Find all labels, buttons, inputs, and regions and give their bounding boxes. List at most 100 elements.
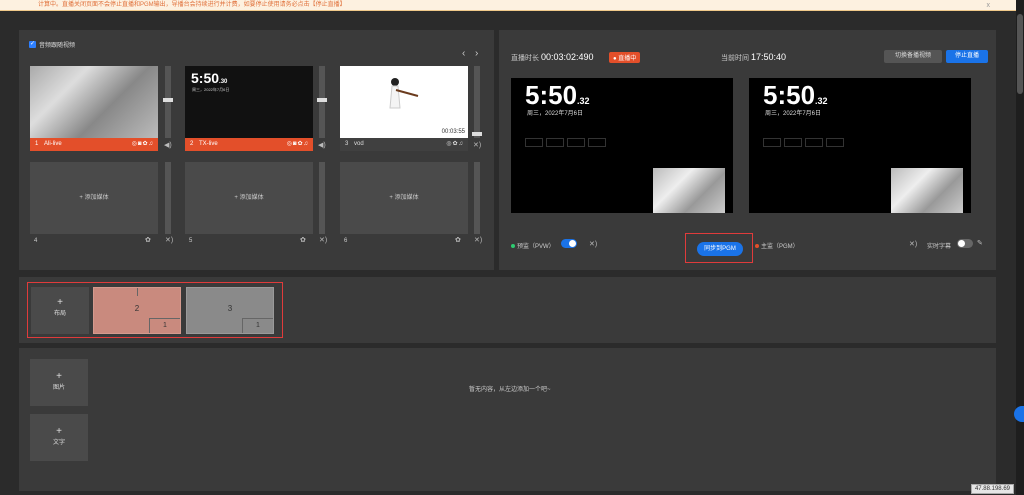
add-image-label: 图片 <box>52 385 65 391</box>
empty-message: 暂无内容，从左边添加一个吧~ <box>469 387 551 393</box>
assets-panel: + 图片 + 文字 暂无内容，从左边添加一个吧~ <box>19 348 996 491</box>
pgm-overlay-boxes <box>763 138 844 147</box>
pvw-status-dot <box>511 244 515 248</box>
source-3-index: 3 <box>345 141 349 147</box>
pgm-date: 周三，2022年7月6日 <box>765 111 822 117</box>
server-ip: 47.88.198.69 <box>970 484 1014 494</box>
current-time-value: 17:50:40 <box>750 52 786 62</box>
add-media-slot-6[interactable]: + 添加媒体 <box>340 162 468 234</box>
stop-live-button[interactable]: 停止直播 <box>946 50 988 63</box>
speaker-icon[interactable]: ◀) <box>164 141 172 149</box>
slot-6-index: 6 <box>344 238 348 244</box>
live-status-badge: ● 直播中 <box>609 52 641 63</box>
add-text-label: 文字 <box>52 440 65 446</box>
source-3-duration: 00:03:55 <box>441 129 465 135</box>
volume-handle[interactable] <box>472 132 482 136</box>
slot-4-volume-slider[interactable] <box>165 162 171 234</box>
live-duration-label: 直播时长 <box>511 55 539 62</box>
layout-card-main: 2 <box>134 304 140 313</box>
pgm-pip <box>891 168 963 213</box>
sync-highlight: 同步到PGM <box>685 233 753 263</box>
pvw-screen[interactable]: 5:50.32 周三，2022年7月6日 <box>511 78 733 213</box>
source-3-bar: 3 vod ◎✿♫ <box>340 138 468 151</box>
prev-page-icon[interactable]: ‹ <box>462 48 465 59</box>
slot-5-index: 5 <box>189 238 193 244</box>
scrollbar-thumb[interactable] <box>1017 14 1023 94</box>
plus-icon: + <box>57 297 63 308</box>
gear-icon[interactable]: ✿ <box>455 236 461 244</box>
violinist-image <box>389 78 419 109</box>
slot-5-volume-slider[interactable] <box>319 162 325 234</box>
add-media-slot-5[interactable]: + 添加媒体 <box>185 162 313 234</box>
source-1-bar: 1 Ali-live ◎◙✿♫ <box>30 138 158 151</box>
add-layout-button[interactable]: + 布局 <box>31 287 89 334</box>
live-duration-value: 00:03:02:490 <box>540 52 594 62</box>
pgm-status-dot <box>755 244 759 248</box>
edit-pencil-icon[interactable]: ✎ <box>977 239 983 247</box>
current-time: 当前时间 17:50:40 <box>721 52 786 63</box>
pgm-clock: 5:50.32 <box>763 80 828 110</box>
volume-handle[interactable] <box>317 98 327 102</box>
layout-panel: + 布局 2 1 3 1 <box>19 277 996 343</box>
slot-6-volume-slider[interactable] <box>474 162 480 234</box>
close-icon[interactable]: x <box>987 0 991 10</box>
add-image-button[interactable]: + 图片 <box>30 359 88 406</box>
mute-icon[interactable]: ✕) <box>319 236 327 244</box>
gear-icon[interactable]: ✿ <box>145 236 151 244</box>
speaker-icon[interactable]: ◀) <box>318 141 326 149</box>
pvw-clock: 5:50.32 <box>525 80 590 110</box>
mute-icon[interactable]: ✕) <box>473 141 481 149</box>
source-2-clock: 5:50.30 <box>191 70 228 86</box>
source-2-name: TX-live <box>199 141 218 147</box>
pvw-date: 周三，2022年7月6日 <box>527 111 584 117</box>
subtitle-label: 实时字幕 <box>927 244 952 250</box>
source-2-bar: 2 TX-live ◎◙✿♫ <box>185 138 313 151</box>
source-2-volume-slider[interactable] <box>317 66 327 138</box>
add-text-button[interactable]: + 文字 <box>30 414 88 461</box>
sources-panel: ✓ 音频跟随视频 ‹ › 1 Ali-live ◎◙✿♫ ◀) 5:50.30 … <box>19 30 494 270</box>
pvw-overlay-boxes <box>525 138 606 147</box>
mute-icon[interactable]: ✕) <box>165 236 173 244</box>
source-1-preview[interactable] <box>30 66 158 138</box>
audio-follow-video-label: 音频跟随视频 <box>39 43 76 49</box>
source-1-tool-icons[interactable]: ◎◙✿♫ <box>132 138 154 151</box>
mute-icon[interactable]: ✕) <box>589 240 597 248</box>
add-media-slot-4[interactable]: + 添加媒体 <box>30 162 158 234</box>
subtitle-toggle[interactable] <box>957 239 973 248</box>
check-icon: ✓ <box>29 41 36 48</box>
slot-4-index: 4 <box>34 238 38 244</box>
side-float-button[interactable] <box>1014 406 1024 422</box>
source-2-date: 周三，2022年7月6日 <box>192 87 230 92</box>
monitor-panel: 直播时长 00:03:02:490 ● 直播中 当前时间 17:50:40 切换… <box>499 30 996 270</box>
source-3-preview[interactable]: 00:03:55 <box>340 66 468 138</box>
notice-text: 计算中。直播关闭页面不会停止直播和PGM输出，导播台会持续进行并计费，如要停止使… <box>38 2 346 8</box>
layout-card-2[interactable]: 3 1 <box>186 287 274 334</box>
source-1-name: Ali-live <box>44 141 62 147</box>
layout-highlight: + 布局 2 1 3 1 <box>27 282 283 338</box>
sync-to-pgm-button[interactable]: 同步到PGM <box>697 242 743 256</box>
pvw-pip <box>653 168 725 213</box>
mute-icon[interactable]: ✕) <box>474 236 482 244</box>
source-1-index: 1 <box>35 141 39 147</box>
source-2-index: 2 <box>190 141 194 147</box>
mute-icon[interactable]: ✕) <box>909 240 917 248</box>
source-3-volume-slider[interactable] <box>472 66 482 138</box>
source-3-tool-icons[interactable]: ◎✿♫ <box>446 138 464 151</box>
source-2-tool-icons[interactable]: ◎◙✿♫ <box>287 138 309 151</box>
gear-icon[interactable]: ✿ <box>300 236 306 244</box>
pgm-label: 主监（PGM） <box>755 241 799 250</box>
current-time-label: 当前时间 <box>721 55 749 62</box>
volume-handle[interactable] <box>163 98 173 102</box>
audio-follow-video-checkbox[interactable]: ✓ 音频跟随视频 <box>29 40 75 49</box>
pvw-toggle[interactable] <box>561 239 577 248</box>
next-page-icon[interactable]: › <box>475 48 478 59</box>
notice-banner: 计算中。直播关闭页面不会停止直播和PGM输出，导播台会持续进行并计费，如要停止使… <box>0 0 1016 11</box>
source-1-volume-slider[interactable] <box>163 66 173 138</box>
switch-backup-video-button[interactable]: 切换备播视频 <box>884 50 942 63</box>
source-2-preview[interactable]: 5:50.30 周三，2022年7月6日 <box>185 66 313 138</box>
live-duration: 直播时长 00:03:02:490 <box>511 52 594 63</box>
pgm-screen: 5:50.32 周三，2022年7月6日 <box>749 78 971 213</box>
plus-icon: + <box>56 371 62 382</box>
plus-icon: + <box>56 426 62 437</box>
layout-card-1[interactable]: 2 1 <box>93 287 181 334</box>
